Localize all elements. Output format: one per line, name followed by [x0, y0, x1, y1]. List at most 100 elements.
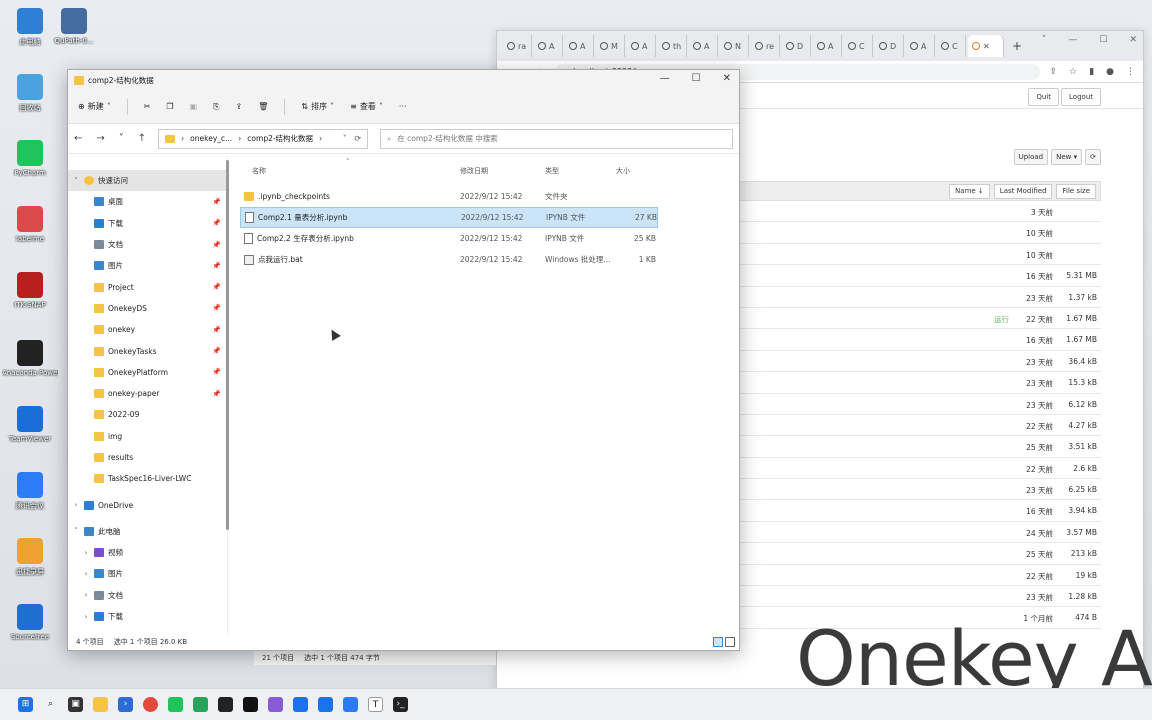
browser-tab[interactable]: A — [534, 35, 563, 57]
breadcrumb[interactable]: › onekey_c... › comp2-结构化数据 › ˅ ⟳ — [158, 128, 369, 149]
nav-item[interactable]: 桌面 📌 — [68, 191, 227, 212]
new-tab-button[interactable]: + — [1012, 39, 1022, 53]
rename-icon[interactable]: ⎘ — [213, 102, 219, 112]
start-icon[interactable]: ⊞ — [18, 697, 33, 712]
browser-tab-active[interactable]: ✕ — [968, 35, 1004, 57]
wechat-icon[interactable] — [193, 697, 208, 712]
nav-item[interactable]: › 文档 — [68, 585, 227, 606]
search-icon[interactable]: ⌕ — [43, 697, 58, 712]
desktop-icon[interactable]: ITK-SNAP — [2, 272, 58, 309]
desktop-icon[interactable]: 迅捷录屏 — [2, 538, 58, 577]
desktop-icon[interactable]: 回收站 — [2, 74, 58, 113]
quit-button[interactable]: Quit — [1028, 88, 1059, 106]
chevron-icon[interactable]: ˅ — [72, 527, 80, 535]
browser-tab[interactable]: D — [875, 35, 904, 57]
file-row[interactable]: 点我运行.bat 2022/9/12 15:42 Windows 批处理... 1 K… — [240, 249, 658, 270]
desktop-icon[interactable]: Sourcetree — [2, 604, 58, 641]
nav-item[interactable]: Project 📌 — [68, 276, 227, 297]
desktop-icon[interactable]: Anaconda Powersh... — [2, 340, 58, 377]
browser-tab[interactable]: th — [658, 35, 687, 57]
desktop-icon[interactable]: TeamViewer — [2, 406, 58, 443]
feishu-icon[interactable] — [293, 697, 308, 712]
nav-item[interactable]: › 视频 — [68, 542, 227, 563]
sort-size-button[interactable]: File size — [1056, 183, 1096, 199]
forward-icon[interactable]: → — [96, 133, 104, 144]
tab-close-icon[interactable]: ✕ — [983, 42, 990, 51]
close-button[interactable]: ✕ — [1129, 35, 1137, 45]
nav-item[interactable]: 文档 📌 — [68, 234, 227, 255]
desktop-icon[interactable]: labelme — [2, 206, 58, 243]
nav-item[interactable]: 2022-09 — [68, 404, 227, 425]
file-row[interactable]: .ipynb_checkpoints 2022/9/12 15:42 文件夹 — [240, 186, 658, 207]
refresh-icon[interactable]: ⟳ — [354, 134, 361, 143]
column-type[interactable]: 类型 — [545, 166, 559, 176]
nav-item[interactable]: OnekeyPlatform 📌 — [68, 362, 227, 383]
tiles-view-icon[interactable] — [725, 637, 735, 647]
file-row[interactable]: Comp2.1 量表分析.ipynb 2022/9/12 15:42 IPYNB 文… — [240, 207, 658, 228]
share-icon[interactable]: ⇪ — [236, 102, 243, 111]
minimize-button[interactable]: — — [660, 73, 670, 84]
nav-item[interactable]: img — [68, 426, 227, 447]
refresh-icon[interactable]: ⟳ — [1085, 149, 1101, 165]
recent-chevron-icon[interactable]: ˅ — [119, 133, 124, 144]
typora-icon[interactable]: T — [368, 697, 383, 712]
chevron-icon[interactable]: › — [82, 613, 90, 621]
upload-button[interactable]: Upload — [1013, 149, 1049, 165]
column-size[interactable]: 大小 — [616, 166, 630, 176]
nav-item[interactable]: 下载 📌 — [68, 213, 227, 234]
chevron-icon[interactable]: ˅ — [72, 177, 80, 185]
browser-tab[interactable]: A — [627, 35, 656, 57]
back-icon[interactable]: ← — [74, 133, 82, 144]
delete-icon[interactable]: 🗑 — [258, 102, 268, 111]
breadcrumb-item-onekey[interactable]: onekey_c... — [190, 134, 232, 143]
new-button[interactable]: ⊕ 新建 ˅ — [78, 101, 111, 112]
tab-search-icon[interactable]: ˅ — [1042, 35, 1047, 45]
desktop-icon[interactable]: 腾讯会议 — [2, 472, 58, 511]
menu-icon[interactable]: ⋮ — [1126, 67, 1135, 77]
browser-tab[interactable]: A — [689, 35, 718, 57]
browser-tab[interactable]: C — [937, 35, 966, 57]
app-icon[interactable] — [268, 697, 283, 712]
pycharm-icon[interactable] — [168, 697, 183, 712]
nav-item[interactable]: ˅ 快速访问 — [68, 170, 227, 192]
browser-tab[interactable]: A — [813, 35, 842, 57]
close-button[interactable]: ✕ — [723, 73, 731, 84]
copy-icon[interactable]: ❐ — [166, 102, 173, 111]
breadcrumb-item-current[interactable]: comp2-结构化数据 — [247, 133, 313, 144]
chevron-icon[interactable]: › — [82, 591, 90, 599]
profile-icon[interactable]: ● — [1106, 67, 1114, 77]
browser-tab[interactable]: ra — [503, 35, 532, 57]
bookmark-star-icon[interactable]: ☆ — [1069, 67, 1077, 77]
capcut-icon[interactable] — [243, 697, 258, 712]
view-button[interactable]: ≡ 查看 ˅ — [350, 101, 383, 112]
browser-tab[interactable]: re — [751, 35, 780, 57]
desktop-icon[interactable]: QuPath-0... — [46, 8, 102, 45]
column-date[interactable]: 修改日期 — [460, 166, 488, 176]
file-explorer-icon[interactable] — [93, 697, 108, 712]
browser-tab[interactable]: A — [906, 35, 935, 57]
search-input[interactable]: ⌕ 在 comp2-结构化数据 中搜索 — [380, 128, 733, 149]
browser-tab[interactable]: A — [565, 35, 594, 57]
nav-item[interactable]: › 下载 — [68, 606, 227, 627]
nav-scrollbar[interactable] — [226, 160, 229, 530]
logout-button[interactable]: Logout — [1061, 88, 1101, 106]
file-row[interactable]: Comp2.2 生存表分析.ipynb 2022/9/12 15:42 IPYNB … — [240, 228, 658, 249]
up-icon[interactable]: ↑ — [138, 133, 146, 144]
sidebar-icon[interactable]: ▮ — [1089, 67, 1094, 77]
chevron-icon[interactable]: › — [72, 501, 80, 509]
terminal-icon[interactable]: ›_ — [393, 697, 408, 712]
nav-item[interactable]: › OneDrive — [68, 494, 227, 515]
sort-name-button[interactable]: Name ↓ — [949, 183, 990, 199]
obs-icon[interactable] — [218, 697, 233, 712]
share-icon[interactable]: ⇪ — [1050, 67, 1058, 77]
nav-item[interactable]: OnekeyTasks 📌 — [68, 340, 227, 361]
vscode-icon[interactable]: › — [118, 697, 133, 712]
nav-item[interactable]: › 图片 — [68, 563, 227, 584]
nav-item[interactable]: ˅ 此电脑 — [68, 521, 227, 542]
chevron-icon[interactable]: › — [82, 549, 90, 557]
nav-item[interactable]: onekey-paper 📌 — [68, 383, 227, 404]
sort-button[interactable]: ⇅ 排序 ˅ — [301, 101, 334, 112]
nav-item[interactable]: onekey 📌 — [68, 319, 227, 340]
new-dropdown[interactable]: New ▾ — [1051, 149, 1083, 165]
sort-modified-button[interactable]: Last Modified — [993, 183, 1053, 199]
